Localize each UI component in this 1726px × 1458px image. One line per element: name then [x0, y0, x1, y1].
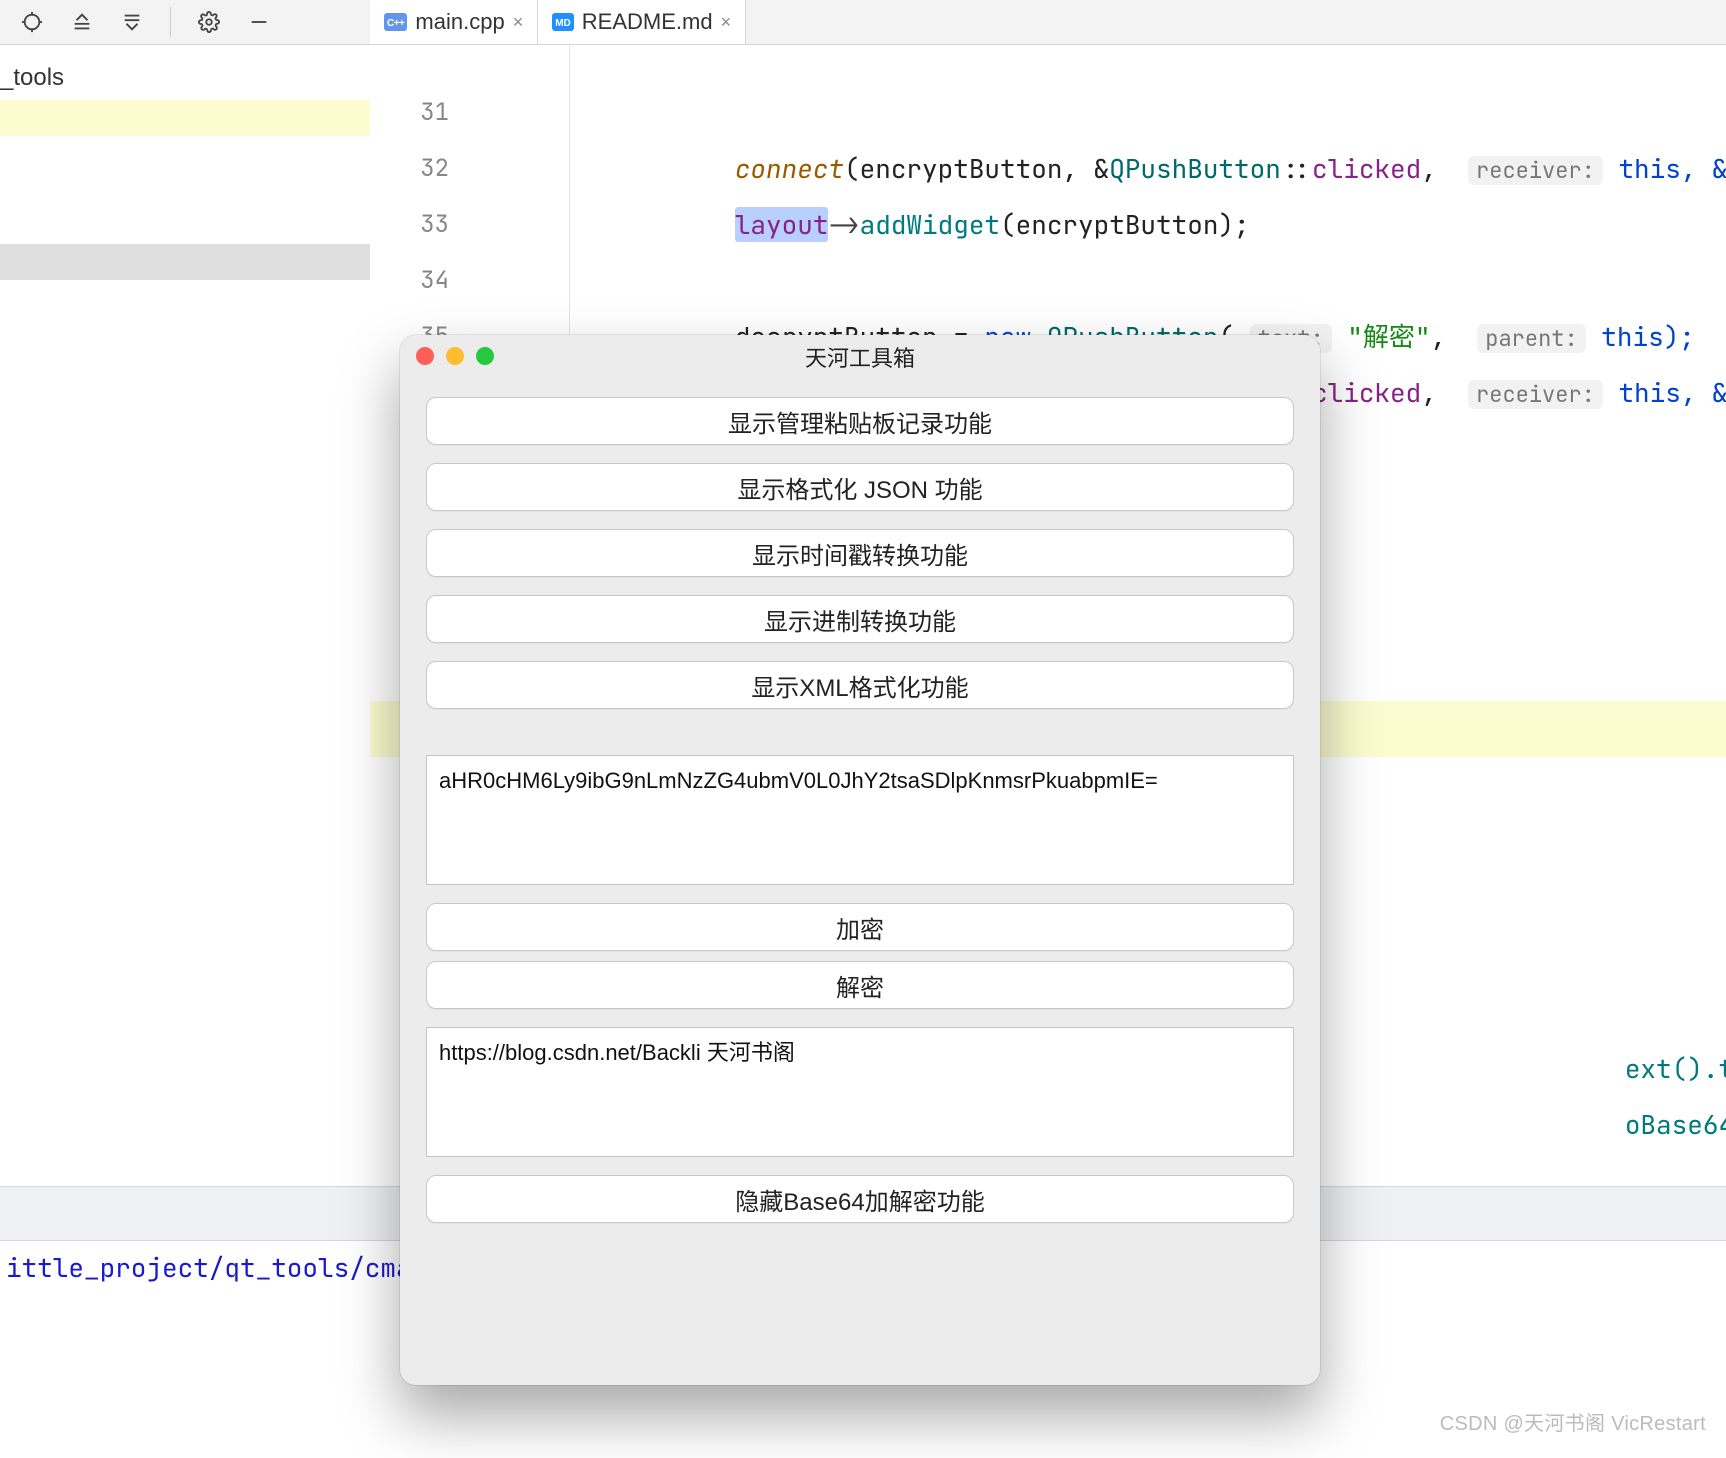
tab-label: README.md [582, 9, 713, 35]
gear-icon[interactable] [197, 10, 221, 34]
expand-all-icon[interactable] [70, 10, 94, 34]
decrypt-button[interactable]: 解密 [426, 961, 1294, 1009]
line-number: 34 [409, 253, 449, 309]
project-tree-selected-row [0, 244, 370, 280]
md-file-icon [552, 13, 574, 31]
tab-readme-md[interactable]: README.md × [538, 0, 746, 44]
close-icon[interactable]: × [513, 12, 524, 33]
toolbox-window: 天河工具箱 显示管理粘贴板记录功能 显示格式化 JSON 功能 显示时间戳转换功… [400, 335, 1320, 1385]
show-radix-button[interactable]: 显示进制转换功能 [426, 595, 1294, 643]
minimize-window-icon[interactable] [446, 347, 464, 365]
cpp-file-icon [384, 13, 407, 31]
target-icon[interactable] [20, 10, 44, 34]
project-tree-modified-marker [0, 100, 370, 136]
breadcrumb: ittle_project/qt_tools/cma [6, 1250, 412, 1285]
show-timestamp-button[interactable]: 显示时间戳转换功能 [426, 529, 1294, 577]
minus-icon[interactable] [247, 10, 271, 34]
window-title: 天河工具箱 [805, 341, 915, 373]
close-icon[interactable]: × [721, 12, 732, 33]
show-clipboard-button[interactable]: 显示管理粘贴板记录功能 [426, 397, 1294, 445]
toolbar-separator [170, 7, 171, 37]
hide-base64-button[interactable]: 隐藏Base64加解密功能 [426, 1175, 1294, 1223]
line-number: 33 [409, 197, 449, 253]
line-number: 31 [409, 85, 449, 141]
line-number: 32 [409, 141, 449, 197]
base64-output-textarea[interactable] [426, 1027, 1294, 1157]
zoom-window-icon[interactable] [476, 347, 494, 365]
tab-main-cpp[interactable]: main.cpp × [370, 0, 538, 44]
titlebar[interactable]: 天河工具箱 [400, 335, 1320, 379]
close-window-icon[interactable] [416, 347, 434, 365]
watermark: CSDN @天河书阁 VicRestart [1440, 1407, 1706, 1436]
tab-label: main.cpp [415, 9, 504, 35]
collapse-all-icon[interactable] [120, 10, 144, 34]
show-json-button[interactable]: 显示格式化 JSON 功能 [426, 463, 1294, 511]
base64-input-textarea[interactable] [426, 755, 1294, 885]
show-xml-button[interactable]: 显示XML格式化功能 [426, 661, 1294, 709]
editor-tabs: main.cpp × README.md × [370, 0, 1726, 45]
project-tree-node[interactable]: _tools [0, 60, 74, 96]
encrypt-button[interactable]: 加密 [426, 903, 1294, 951]
window-controls [416, 347, 494, 365]
ide-toolbar [0, 0, 370, 45]
